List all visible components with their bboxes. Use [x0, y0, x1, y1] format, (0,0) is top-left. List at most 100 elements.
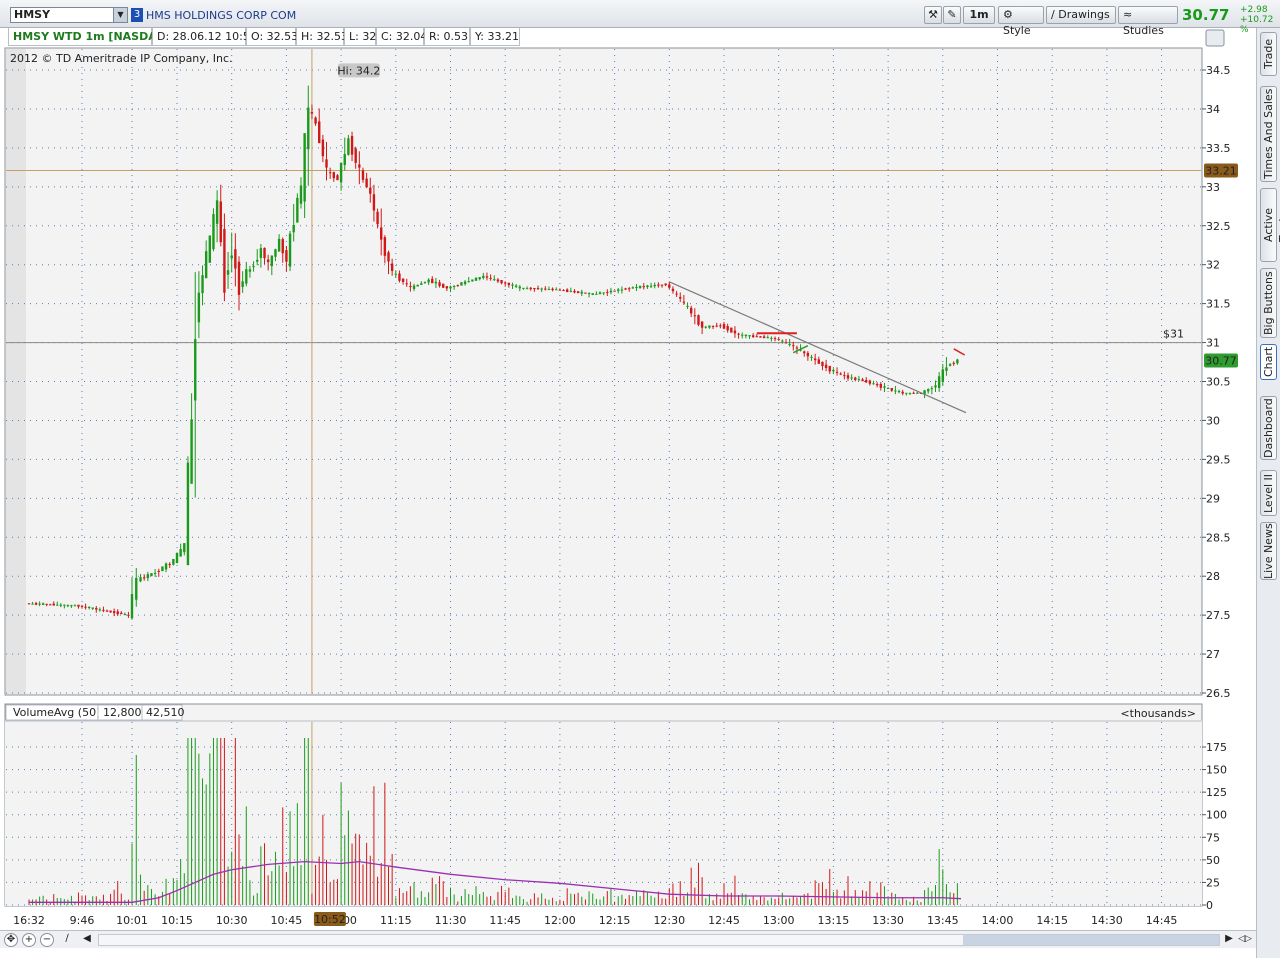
candle-body	[241, 281, 244, 287]
price-tick-label: 30.5	[1206, 376, 1231, 389]
tab-times-and-sales[interactable]: Times And Sales	[1260, 86, 1277, 182]
candle-body	[624, 288, 627, 290]
candle-body	[744, 334, 748, 337]
candle-body	[861, 379, 864, 382]
candle-body	[565, 289, 569, 293]
price-tick-label: 33.5	[1206, 142, 1231, 155]
volume-units-label: <thousands>	[1120, 707, 1196, 720]
candle-body	[343, 154, 346, 166]
candle-body	[631, 287, 635, 289]
draw-line-icon[interactable]: ∕	[60, 933, 74, 947]
candle-body	[496, 279, 500, 282]
zoom-out-icon[interactable]: −	[40, 933, 54, 947]
candle-body	[183, 543, 186, 553]
candle-body	[529, 287, 532, 290]
tab-trade[interactable]: Trade	[1260, 32, 1277, 76]
right-side-tabs: Trade Times And Sales Active Trader Big …	[1256, 28, 1280, 958]
candle-body	[730, 327, 733, 333]
candle-body	[431, 278, 434, 284]
candle-body	[120, 612, 123, 615]
tab-big-buttons[interactable]: Big Buttons	[1260, 268, 1277, 338]
candle-body	[762, 336, 766, 339]
zoom-in-icon[interactable]: +	[22, 933, 36, 947]
candle-body	[467, 281, 470, 283]
candle-body	[555, 289, 558, 291]
candle-body	[31, 603, 34, 605]
volume-tick-label: 50	[1206, 854, 1220, 867]
candle-body	[449, 286, 452, 289]
candle-body	[689, 307, 693, 314]
time-scrollbar[interactable]	[98, 934, 1220, 946]
candle-body	[733, 330, 737, 334]
price-level-label: $31	[1163, 328, 1184, 341]
candle-body	[237, 261, 241, 295]
candle-body	[256, 259, 259, 262]
candle-body	[854, 377, 857, 380]
candle-body	[482, 275, 485, 279]
candle-body	[573, 290, 576, 293]
candle-body	[318, 121, 321, 144]
candle-body	[310, 112, 314, 114]
candle-body	[927, 389, 930, 392]
price-tick-label: 26.5	[1206, 687, 1231, 700]
candle-body	[123, 614, 127, 616]
tab-dashboard[interactable]: Dashboard	[1260, 396, 1277, 460]
candle-body	[751, 335, 755, 338]
price-tick-label: 34	[1206, 103, 1220, 116]
tab-active-trader[interactable]: Active Trader	[1260, 188, 1280, 262]
candle-body	[627, 288, 631, 290]
tab-chart[interactable]: Chart	[1260, 344, 1277, 380]
volume-tick-label: 175	[1206, 741, 1227, 754]
time-tick-label: 12:30	[653, 914, 685, 927]
expand-icon[interactable]: ◁▷	[1238, 933, 1252, 947]
candle-body	[27, 603, 31, 605]
pan-icon[interactable]: ✥	[4, 933, 18, 947]
volume-study-label: VolumeAvg (50)	[13, 706, 100, 719]
price-tick-label: 27.5	[1206, 609, 1231, 622]
scroll-right-icon[interactable]: ▶	[1222, 933, 1236, 947]
scroll-left-icon[interactable]: ◀	[80, 933, 94, 947]
candle-body	[945, 367, 948, 371]
candle-body	[868, 380, 872, 384]
candle-body	[38, 603, 41, 605]
candle-body	[456, 285, 459, 287]
candle-body	[452, 285, 456, 287]
candle-body	[63, 604, 66, 606]
candle-body	[420, 283, 423, 285]
candle-body	[846, 375, 850, 379]
candle-body	[219, 201, 222, 243]
chart-area[interactable]: 16:329:4610:0110:1510:3010:4511:0011:151…	[0, 0, 1256, 930]
candle-body	[84, 606, 87, 608]
candle-body	[412, 285, 416, 289]
candle-body	[609, 290, 613, 293]
price-tick-label: 32	[1206, 259, 1220, 272]
candle-body	[576, 291, 580, 294]
candle-body	[872, 383, 875, 385]
candle-body	[547, 289, 551, 291]
candle-body	[201, 275, 204, 294]
tab-level-ii[interactable]: Level II	[1260, 470, 1277, 516]
candle-body	[266, 259, 270, 263]
price-tick-label: 33	[1206, 181, 1220, 194]
candle-body	[675, 293, 678, 295]
scrollbar-thumb[interactable]	[963, 935, 1219, 945]
candle-body	[438, 282, 441, 287]
candle-body	[139, 577, 142, 582]
time-tick-label: 11:15	[380, 914, 412, 927]
candle-body	[471, 279, 474, 282]
candle-body	[339, 162, 343, 183]
candle-body	[463, 281, 467, 285]
candle-body	[500, 280, 503, 284]
candle-body	[595, 293, 598, 295]
candle-body	[602, 292, 605, 294]
candle-body	[759, 336, 762, 338]
candle-body	[98, 609, 102, 611]
candle-body	[770, 337, 773, 339]
candle-body	[328, 172, 332, 174]
tab-live-news[interactable]: Live News	[1260, 522, 1277, 580]
candle-body	[879, 383, 883, 388]
candle-body	[285, 250, 288, 262]
time-tick-label: 12:45	[708, 914, 740, 927]
candle-body	[668, 284, 671, 288]
candle-body	[591, 293, 594, 295]
